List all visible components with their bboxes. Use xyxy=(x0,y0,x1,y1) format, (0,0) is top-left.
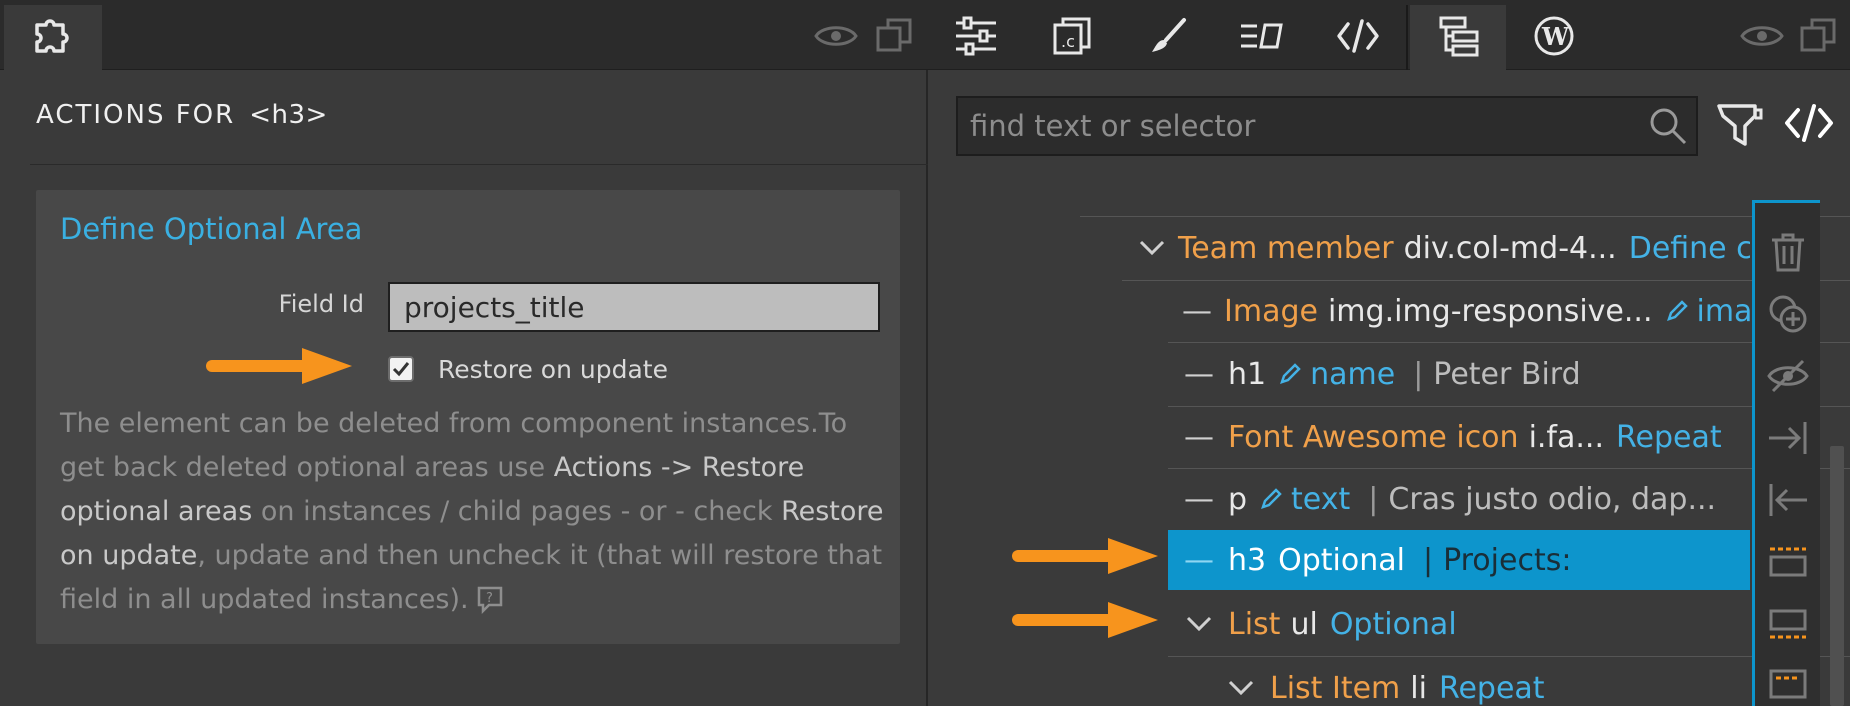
annotation-arrow-icon xyxy=(206,348,352,384)
tree-row-field[interactable]: text xyxy=(1291,482,1350,517)
panel-title: ACTIONS FOR <h3> xyxy=(36,100,328,130)
chevron-down-icon[interactable] xyxy=(1138,239,1166,257)
panel-title-tag: <h3> xyxy=(249,100,328,130)
tree-row-selector: li xyxy=(1410,670,1427,706)
duplicate-icon[interactable] xyxy=(866,8,922,64)
insert-after-icon[interactable] xyxy=(1755,595,1820,653)
eye-icon[interactable] xyxy=(808,8,864,64)
svg-text:.c: .c xyxy=(1061,32,1075,51)
top-toolbar: .c W xyxy=(0,0,1850,70)
actions-panel: ACTIONS FOR <h3> Define Optional Area Fie… xyxy=(0,70,928,706)
panel-title-text: ACTIONS FOR xyxy=(36,100,236,130)
help-icon[interactable]: ? xyxy=(475,584,505,628)
search-input[interactable] xyxy=(956,96,1698,156)
tree-row-name: Image xyxy=(1224,293,1318,329)
tree-row-tag[interactable]: Repeat xyxy=(1439,671,1545,706)
puzzle-icon[interactable] xyxy=(24,8,80,64)
tree-row-selector: div.col-md-4... xyxy=(1403,230,1617,266)
tree-row-p[interactable]: — p text | Cras justo odio, dap... xyxy=(1182,469,1750,529)
restore-on-update-checkbox[interactable] xyxy=(388,356,414,382)
optional-area-card: Define Optional Area Field Id Restore on… xyxy=(36,190,900,644)
svg-text:W: W xyxy=(1541,22,1570,51)
pencil-icon xyxy=(1259,487,1283,511)
move-out-icon[interactable] xyxy=(1755,471,1820,529)
optional-area-description: The element can be deleted from componen… xyxy=(60,402,890,628)
tree-row-field[interactable]: name xyxy=(1310,357,1395,392)
wordpress-icon[interactable]: W xyxy=(1526,8,1582,64)
tree-row-name: List xyxy=(1228,606,1281,642)
tree-row-pipe: | xyxy=(1368,481,1379,517)
field-id-label: Field Id xyxy=(278,290,364,318)
tree-separator xyxy=(1080,216,1850,217)
dash-icon: — xyxy=(1184,356,1214,392)
tree-row-team-member[interactable]: Team member div.col-md-4... Define co xyxy=(1138,218,1750,278)
hide-icon[interactable] xyxy=(1755,347,1820,405)
dash-icon: — xyxy=(1184,419,1214,455)
dash-icon: — xyxy=(1184,542,1214,578)
duplicate-icon[interactable] xyxy=(1790,8,1846,64)
tree-row-h1[interactable]: — h1 name | Peter Bird xyxy=(1182,344,1750,404)
search-icon[interactable] xyxy=(1648,106,1688,146)
tree-row-list[interactable]: List ul Optional xyxy=(1182,594,1750,654)
tree-row-tag[interactable]: Optional xyxy=(1330,607,1457,642)
toolbar-separator xyxy=(1406,5,1408,70)
svg-text:?: ? xyxy=(486,591,493,606)
tree-row-selector: img.img-responsive... xyxy=(1327,293,1653,329)
add-circle-icon[interactable] xyxy=(1755,285,1820,343)
filter-icon[interactable] xyxy=(1715,100,1765,150)
chevron-down-icon[interactable] xyxy=(1182,615,1216,633)
move-in-icon[interactable] xyxy=(1755,409,1820,467)
tree-separator xyxy=(1168,342,1850,343)
tree-row-tag[interactable]: Repeat xyxy=(1616,420,1722,455)
tree-row-field[interactable]: image xyxy=(1697,294,1751,329)
tree-separator xyxy=(1168,656,1850,657)
tree-row-name: List Item xyxy=(1270,670,1401,706)
code-view-icon[interactable] xyxy=(1784,102,1834,144)
element-action-bar xyxy=(1752,200,1820,706)
tree-row-pipe: | xyxy=(1413,356,1424,392)
tree-row-selector: p xyxy=(1228,481,1248,517)
tree-row-h3-selected[interactable]: — h3 Optional | Projects: xyxy=(1168,530,1750,590)
tree-row-pipe: | xyxy=(1422,542,1434,578)
tree-row-name: Font Awesome icon xyxy=(1228,419,1519,455)
tree-row-name: Team member xyxy=(1178,230,1394,266)
divider xyxy=(30,164,928,165)
tree-row-text: Projects: xyxy=(1443,542,1572,578)
eye-icon[interactable] xyxy=(1734,8,1790,64)
tree-row-image[interactable]: — Image img.img-responsive... image xyxy=(1182,281,1750,341)
dash-icon: — xyxy=(1182,293,1212,329)
code-file-icon[interactable]: .c xyxy=(1044,8,1100,64)
text-list-icon[interactable] xyxy=(1234,8,1290,64)
dash-icon: — xyxy=(1184,481,1214,517)
tree-icon[interactable] xyxy=(1432,8,1488,64)
brush-icon[interactable] xyxy=(1140,8,1196,64)
pencil-icon xyxy=(1665,299,1689,323)
chevron-down-icon[interactable] xyxy=(1224,679,1258,697)
scrollbar[interactable] xyxy=(1830,446,1844,706)
tree-row-tag[interactable]: Define co xyxy=(1629,231,1750,266)
tree-row-selector: i.fa... xyxy=(1528,419,1604,455)
tree-row-text: Cras justo odio, dap... xyxy=(1388,481,1717,517)
tree-row-list-item[interactable]: List Item li Repeat xyxy=(1224,658,1750,706)
pencil-icon xyxy=(1278,362,1302,386)
sliders-icon[interactable] xyxy=(948,8,1004,64)
annotation-arrow-icon xyxy=(1012,602,1158,638)
desc-text: on instances / child pages - or - check xyxy=(252,496,782,527)
field-id-input[interactable] xyxy=(388,282,880,332)
tree-row-selector: ul xyxy=(1290,606,1318,642)
tree-row-font-awesome[interactable]: — Font Awesome icon i.fa... Repeat xyxy=(1182,407,1750,467)
tree-row-selector: h1 xyxy=(1228,356,1267,392)
card-title: Define Optional Area xyxy=(60,212,363,246)
restore-on-update-label: Restore on update xyxy=(438,355,668,384)
insert-before-icon[interactable] xyxy=(1755,533,1820,591)
tree-row-selector: h3 xyxy=(1228,542,1267,578)
tree-row-tag[interactable]: Optional xyxy=(1278,543,1405,578)
trash-icon[interactable] xyxy=(1755,223,1820,281)
annotation-arrow-icon xyxy=(1012,538,1158,574)
wrap-icon[interactable] xyxy=(1755,655,1820,706)
tree-row-text: Peter Bird xyxy=(1433,356,1581,392)
check-icon xyxy=(392,362,410,377)
code-icon[interactable] xyxy=(1330,8,1386,64)
